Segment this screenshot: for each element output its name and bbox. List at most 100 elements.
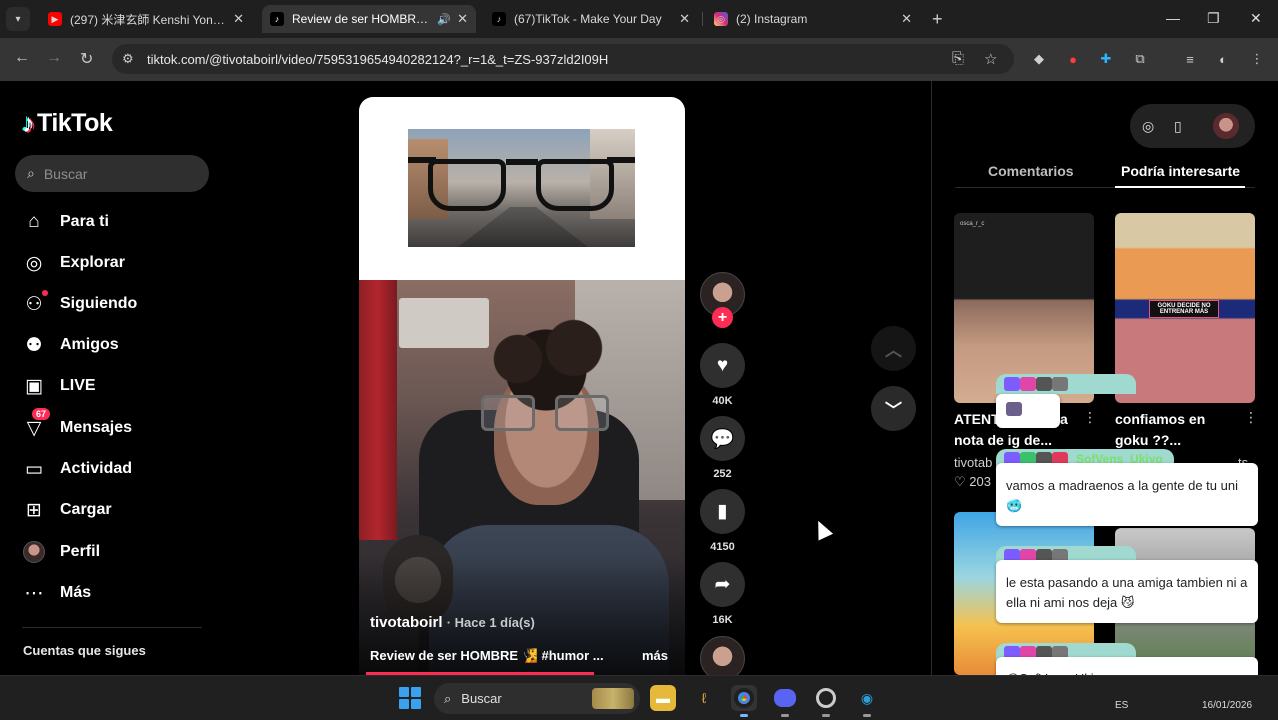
language-indicator[interactable]: ES <box>1115 700 1128 711</box>
video-author[interactable]: tivotaboirl · Hace 1 día(s) <box>370 614 535 631</box>
chat-text: vamos a madraenos a la gente de tu uni 🥶 <box>1006 478 1238 513</box>
save-button[interactable]: ▮ <box>700 489 745 534</box>
minimize-icon[interactable]: — <box>1166 10 1180 26</box>
nav-actividad[interactable]: ▭ Actividad <box>22 454 132 484</box>
search-icon: ⌕ <box>27 165 35 181</box>
video-thumbnail[interactable]: GOKU DECIDE NO ENTRENAR MÁS <box>1115 213 1255 403</box>
card-title-tail[interactable]: a <box>1060 409 1068 430</box>
card-title-line2[interactable]: nota de ig de... <box>954 430 1052 451</box>
card-title-line2[interactable]: goku ??... <box>1115 430 1181 451</box>
forward-icon[interactable]: → <box>46 49 62 67</box>
card-likes: ♡ 203 <box>954 474 991 489</box>
save-count: 4150 <box>710 541 735 553</box>
tiktok-icon: ♪ <box>492 12 506 26</box>
tiktok-icon: ♪ <box>270 12 284 26</box>
tiktok-logo[interactable]: ♪ TikTok <box>22 108 113 139</box>
nav-label: Para ti <box>60 213 109 230</box>
media-controls-icon[interactable]: ≡ <box>1181 50 1199 68</box>
nav-label: Perfil <box>60 543 101 560</box>
video-top-panel <box>359 97 685 280</box>
tab-youtube[interactable]: ▶ (297) 米津玄師 Kenshi Yonezu - ✕ <box>40 5 252 33</box>
tab-tiktok-video[interactable]: ♪ Review de ser HOMBRE 🧏 🔊 ✕ <box>262 5 476 33</box>
chat-text: le esta pasando a una amiga tambien ni a… <box>1006 575 1248 610</box>
comment-button[interactable]: 💬 <box>700 416 745 461</box>
compass-icon: ◎ <box>25 252 43 274</box>
chevron-up-icon: ︿ <box>885 341 902 360</box>
close-tab-icon[interactable]: ✕ <box>901 11 912 27</box>
card-title[interactable]: ATENT <box>954 409 1000 430</box>
video-player[interactable]: tivotaboirl · Hace 1 día(s) Review de se… <box>359 97 685 675</box>
system-date[interactable]: 16/01/2026 <box>1202 700 1252 711</box>
nav-siguiendo[interactable]: ⚇ Siguiendo <box>22 289 137 319</box>
bookmark-star-icon[interactable]: ☆ <box>984 50 997 68</box>
like-button[interactable]: ♥ <box>700 343 745 388</box>
new-tab-icon[interactable]: + <box>932 9 943 30</box>
following-icon: ⚇ <box>22 290 48 316</box>
follow-plus-icon[interactable]: + <box>712 307 733 328</box>
author-name[interactable]: tivotaboirl <box>370 614 443 631</box>
nav-label: LIVE <box>60 377 96 394</box>
nav-mensajes[interactable]: ▽ 67 Mensajes <box>22 408 132 443</box>
steam-icon[interactable]: ◉ <box>854 685 880 717</box>
taskbar-search[interactable]: ⌕ Buscar <box>434 683 640 714</box>
tab-title: (2) Instagram <box>736 12 808 26</box>
card-title[interactable]: confiamos en <box>1115 409 1205 430</box>
card-menu-icon[interactable]: ⋮ <box>1244 409 1258 426</box>
tab-tiktok-home[interactable]: ♪ (67)TikTok - Make Your Day ✕ <box>484 5 698 33</box>
speaker-icon[interactable]: 🔊 <box>437 13 451 26</box>
nav-cargar[interactable]: ⊞ Cargar <box>22 495 112 525</box>
nav-para-ti[interactable]: ⌂ Para ti <box>22 207 109 237</box>
tab-comentarios[interactable]: Comentarios <box>988 163 1074 179</box>
file-explorer-icon[interactable]: ▬ <box>650 685 676 711</box>
share-button[interactable]: ➦ <box>700 562 745 607</box>
extension-icon[interactable]: ● <box>1064 50 1082 68</box>
next-video-button[interactable]: ﹀ <box>871 386 916 431</box>
site-info-icon[interactable]: ⚙ <box>122 51 134 67</box>
caption-more-link[interactable]: más <box>642 648 668 663</box>
tab-separator <box>702 12 703 26</box>
back-icon[interactable]: ← <box>14 49 30 67</box>
nav-mas[interactable]: ⋯ Más <box>22 578 92 608</box>
address-bar[interactable]: ⚙ tiktok.com/@tivotaboirl/video/75953196… <box>112 44 1014 74</box>
nav-explorar[interactable]: ◎ Explorar <box>22 248 125 278</box>
nav-live[interactable]: ▣ LIVE <box>22 371 96 401</box>
windows-start-icon[interactable] <box>399 687 421 709</box>
compass-icon[interactable]: ◎ <box>1142 118 1154 135</box>
search-icon: ⌕ <box>444 690 452 706</box>
install-app-icon[interactable]: ⎘ <box>952 50 964 67</box>
tab-search-button[interactable]: ▾ <box>6 7 30 31</box>
extensions-puzzle-icon[interactable]: ⧉ <box>1131 50 1149 68</box>
app-icon[interactable] <box>813 685 839 717</box>
game-launcher-icon[interactable]: ℓ <box>691 685 717 711</box>
nav-perfil[interactable]: Perfil <box>22 537 100 567</box>
close-tab-icon[interactable]: ✕ <box>233 11 244 27</box>
profile-avatar-icon[interactable]: ◐ <box>1214 50 1232 68</box>
previous-video-button[interactable]: ︿ <box>871 326 916 371</box>
tab-instagram[interactable]: ◎ (2) Instagram ✕ <box>706 5 920 33</box>
user-avatar[interactable] <box>1213 113 1239 139</box>
close-tab-icon[interactable]: ✕ <box>457 11 468 27</box>
close-tab-icon[interactable]: ✕ <box>679 11 690 27</box>
search-input[interactable]: ⌕ Buscar <box>15 155 209 192</box>
menu-kebab-icon[interactable]: ⋮ <box>1248 50 1266 68</box>
extension-icon[interactable]: ◆ <box>1030 50 1048 68</box>
instagram-icon: ◎ <box>714 12 728 26</box>
chrome-icon[interactable] <box>731 685 757 717</box>
discord-icon[interactable] <box>772 685 798 717</box>
comment-count: 252 <box>713 468 732 480</box>
reload-icon[interactable]: ↻ <box>80 49 93 69</box>
url-text[interactable]: tiktok.com/@tivotaboirl/video/7595319654… <box>147 52 608 67</box>
nav-amigos[interactable]: ⚉ Amigos <box>22 330 119 360</box>
maximize-icon[interactable]: ❐ <box>1207 10 1220 27</box>
tab-podria-interesarte[interactable]: Podría interesarte <box>1121 163 1240 179</box>
post-time: · Hace 1 día(s) <box>446 615 535 630</box>
sidebar-divider <box>22 627 202 628</box>
nav-label: Amigos <box>60 336 119 353</box>
bookmark-icon: ▮ <box>717 501 728 522</box>
close-window-icon[interactable]: ✕ <box>1250 10 1262 27</box>
notification-dot <box>42 290 48 296</box>
phone-icon[interactable]: ▯ <box>1174 118 1182 135</box>
card-author[interactable]: tivotab <box>954 455 992 470</box>
extension-icon[interactable]: ✚ <box>1097 50 1115 68</box>
card-menu-icon[interactable]: ⋮ <box>1083 409 1097 426</box>
